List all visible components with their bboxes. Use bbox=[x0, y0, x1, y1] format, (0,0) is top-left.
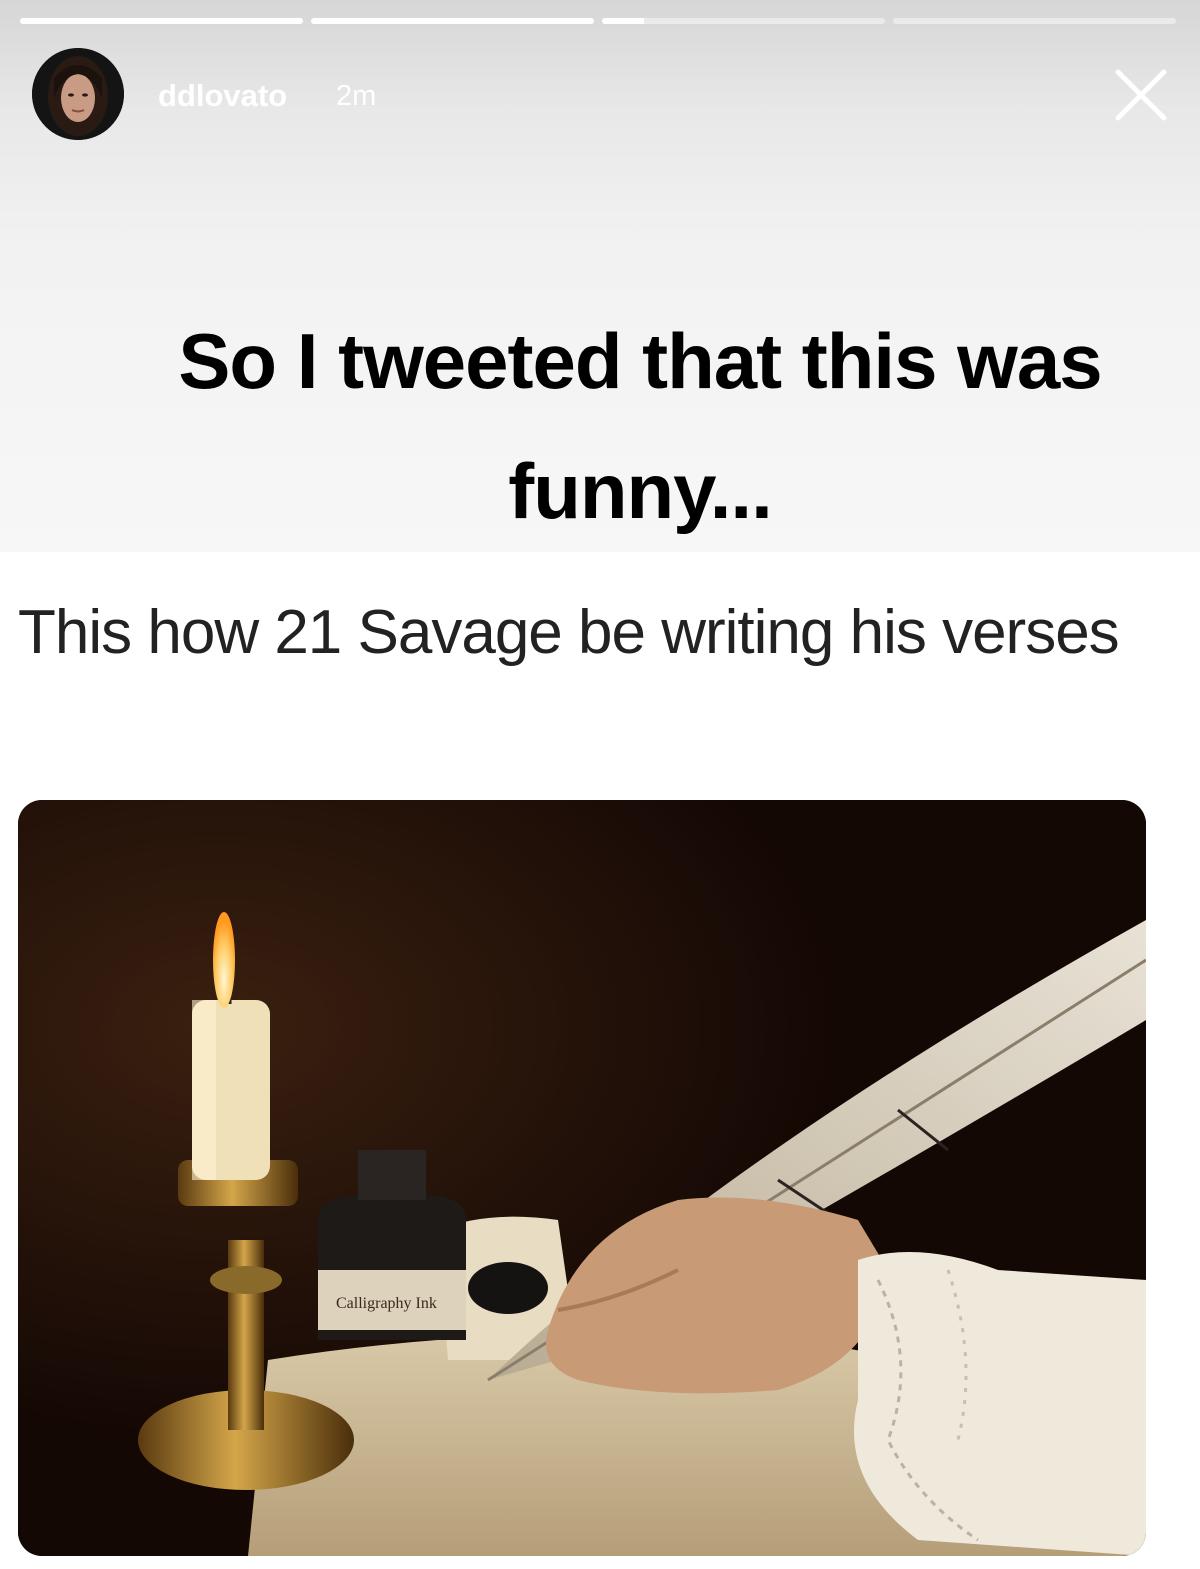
story-caption: So I tweeted that this was funny... bbox=[178, 317, 1102, 535]
avatar[interactable] bbox=[32, 48, 124, 140]
progress-fill bbox=[20, 18, 303, 24]
progress-fill bbox=[602, 18, 645, 24]
close-icon bbox=[1115, 69, 1167, 121]
story-viewer[interactable]: ddlovato 2m So I tweeted that this was f… bbox=[0, 0, 1200, 1569]
tweet-text: This how 21 Savage be writing his verses bbox=[18, 598, 1120, 667]
avatar-image bbox=[32, 48, 124, 140]
tweet-photo: Calligraphy Ink bbox=[18, 800, 1146, 1556]
ink-label-text: Calligraphy Ink bbox=[336, 1295, 437, 1312]
close-button[interactable] bbox=[1108, 62, 1174, 128]
story-progress-bar bbox=[20, 18, 1176, 24]
progress-segment bbox=[602, 18, 885, 24]
progress-segment bbox=[311, 18, 594, 24]
story-timestamp: 2m bbox=[336, 80, 377, 112]
progress-segment bbox=[20, 18, 303, 24]
progress-segment bbox=[893, 18, 1176, 24]
candle-quill-illustration: Calligraphy Ink bbox=[18, 800, 1146, 1556]
story-username[interactable]: ddlovato bbox=[158, 78, 287, 114]
progress-fill bbox=[311, 18, 594, 24]
